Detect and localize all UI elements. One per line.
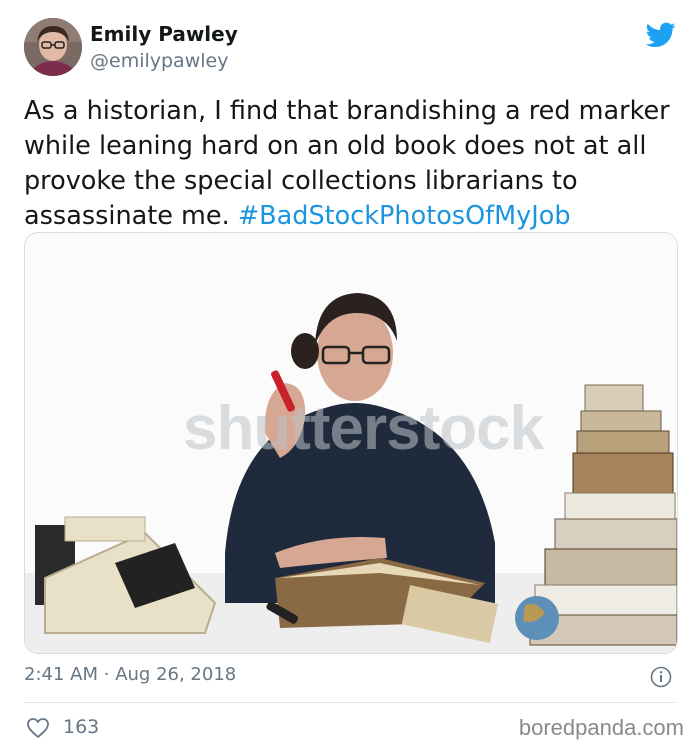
stock-watermark: shutterstock [183,394,544,463]
author-handle[interactable]: @emilypawley [90,50,228,72]
avatar-image [24,18,82,76]
info-icon[interactable] [650,666,672,688]
timestamp[interactable]: 2:41 AM · Aug 26, 2018 [24,664,236,685]
hashtag-link[interactable]: #BadStockPhotosOfMyJob [238,201,571,231]
tweet-date: Aug 26, 2018 [115,664,237,685]
divider [24,702,676,703]
tweet-text: As a historian, I find that brandishing … [24,94,684,234]
heart-icon[interactable] [26,717,50,739]
tweet-image[interactable]: shutterstock [24,232,678,654]
author-name[interactable]: Emily Pawley [90,22,238,46]
tweet-time: 2:41 AM [24,664,98,685]
meta-separator: · [103,664,110,685]
site-watermark: boredpanda.com [518,715,684,740]
twitter-bird-icon[interactable] [646,22,676,48]
avatar[interactable] [24,18,82,76]
like-count[interactable]: 163 [63,716,99,738]
